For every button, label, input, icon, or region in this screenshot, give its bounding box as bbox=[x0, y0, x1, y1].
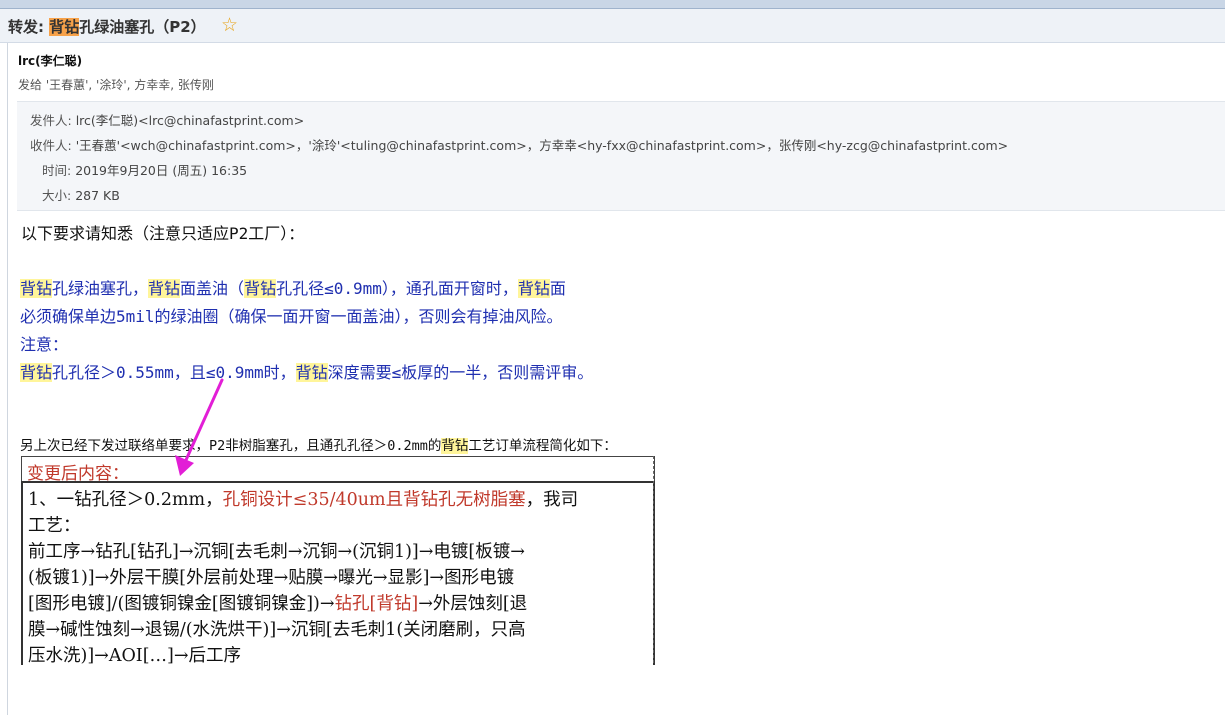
annotation-arrow bbox=[175, 378, 224, 476]
arrow-head bbox=[175, 455, 194, 476]
arrow-shaft bbox=[184, 378, 224, 462]
